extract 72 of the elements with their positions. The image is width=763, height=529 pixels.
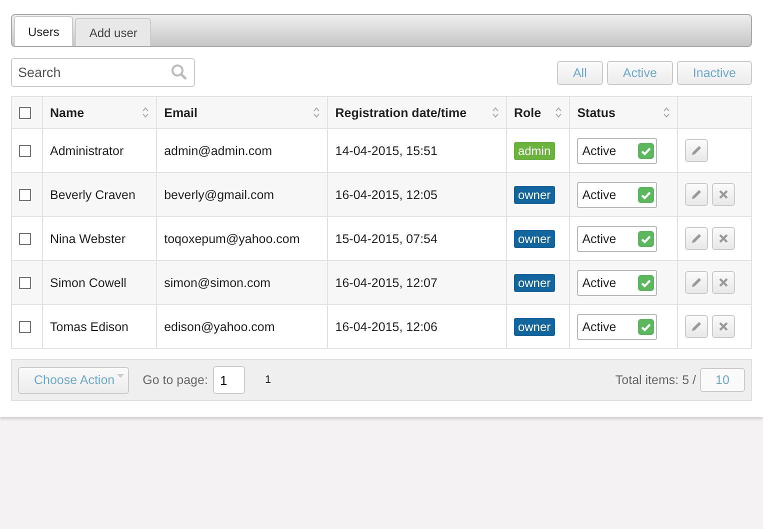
table-cell: Administrator bbox=[50, 144, 124, 158]
table-cell: edison@yahoo.com bbox=[164, 320, 275, 334]
table-cell: 16-04-2015, 12:07 bbox=[335, 276, 438, 290]
check-icon[interactable] bbox=[638, 318, 654, 334]
search-field[interactable]: Search bbox=[11, 58, 195, 87]
pencil-icon bbox=[691, 233, 702, 244]
close-icon bbox=[719, 234, 728, 243]
status-select[interactable]: Active bbox=[577, 182, 658, 208]
search-icon bbox=[171, 64, 187, 80]
table-cell: admin@admin.com bbox=[164, 144, 272, 158]
table-cell: toqoxepum@yahoo.com bbox=[164, 232, 300, 246]
delete-button[interactable] bbox=[712, 315, 736, 338]
close-icon bbox=[719, 322, 728, 331]
status-select[interactable]: Active bbox=[577, 270, 658, 296]
checkbox[interactable] bbox=[19, 189, 31, 202]
column-header[interactable]: Status bbox=[577, 106, 616, 120]
tab[interactable]: Users bbox=[14, 16, 74, 46]
table-cell: Tomas Edison bbox=[50, 320, 129, 334]
edit-button[interactable] bbox=[685, 139, 708, 162]
table-cell: Beverly Craven bbox=[50, 188, 136, 202]
check-icon[interactable] bbox=[638, 274, 654, 290]
table-cell: 15-04-2015, 07:54 bbox=[335, 232, 438, 246]
go-to-page-label: Go to page: bbox=[142, 373, 208, 387]
column-header[interactable]: Role bbox=[514, 106, 542, 120]
role-badge: owner bbox=[514, 230, 555, 248]
delete-button[interactable] bbox=[712, 183, 736, 206]
delete-button[interactable] bbox=[712, 271, 736, 294]
role-badge: admin bbox=[514, 142, 555, 160]
table-cell: Nina Webster bbox=[50, 232, 126, 246]
sort-icon[interactable] bbox=[663, 107, 670, 118]
edit-button[interactable] bbox=[685, 315, 708, 338]
checkbox[interactable] bbox=[19, 107, 31, 120]
edit-button[interactable] bbox=[685, 271, 708, 294]
checkbox[interactable] bbox=[19, 277, 31, 290]
pencil-icon bbox=[691, 145, 702, 156]
role-badge: owner bbox=[514, 274, 555, 292]
total-items-label: Total items: 5 / bbox=[615, 373, 696, 387]
sort-icon[interactable] bbox=[142, 107, 150, 118]
pencil-icon bbox=[691, 189, 702, 200]
checkbox[interactable] bbox=[19, 233, 31, 246]
page-link[interactable]: 1 bbox=[264, 374, 272, 386]
status-select[interactable]: Active bbox=[577, 226, 658, 252]
edit-button[interactable] bbox=[685, 183, 708, 206]
sort-icon[interactable] bbox=[492, 107, 499, 118]
close-icon bbox=[719, 190, 728, 199]
page-input[interactable]: 1 bbox=[212, 366, 245, 394]
table-cell: beverly@gmail.com bbox=[164, 188, 274, 202]
sort-icon[interactable] bbox=[313, 107, 320, 118]
status-select[interactable]: Active bbox=[577, 138, 658, 164]
check-icon[interactable] bbox=[638, 142, 654, 158]
status-select[interactable]: Active bbox=[577, 314, 658, 340]
check-icon[interactable] bbox=[638, 230, 654, 246]
table-cell: simon@simon.com bbox=[164, 276, 271, 290]
tab[interactable]: Add user bbox=[75, 18, 152, 46]
role-badge: owner bbox=[514, 318, 555, 336]
edit-button[interactable] bbox=[685, 227, 708, 250]
pencil-icon bbox=[691, 321, 702, 332]
column-header[interactable]: Email bbox=[164, 106, 198, 120]
table-cell: 16-04-2015, 12:06 bbox=[335, 320, 438, 334]
column-header[interactable]: Name bbox=[50, 106, 84, 120]
checkbox[interactable] bbox=[19, 145, 31, 158]
caret-icon bbox=[116, 374, 124, 378]
checkbox[interactable] bbox=[19, 321, 31, 334]
role-badge: owner bbox=[514, 186, 555, 204]
table-cell: 14-04-2015, 15:51 bbox=[335, 144, 438, 158]
delete-button[interactable] bbox=[712, 227, 736, 250]
sort-icon[interactable] bbox=[555, 107, 562, 118]
table-cell: 16-04-2015, 12:05 bbox=[335, 188, 438, 202]
pencil-icon bbox=[691, 277, 702, 288]
check-icon[interactable] bbox=[638, 186, 654, 202]
close-icon bbox=[719, 278, 728, 287]
table-cell: Simon Cowell bbox=[50, 276, 126, 290]
